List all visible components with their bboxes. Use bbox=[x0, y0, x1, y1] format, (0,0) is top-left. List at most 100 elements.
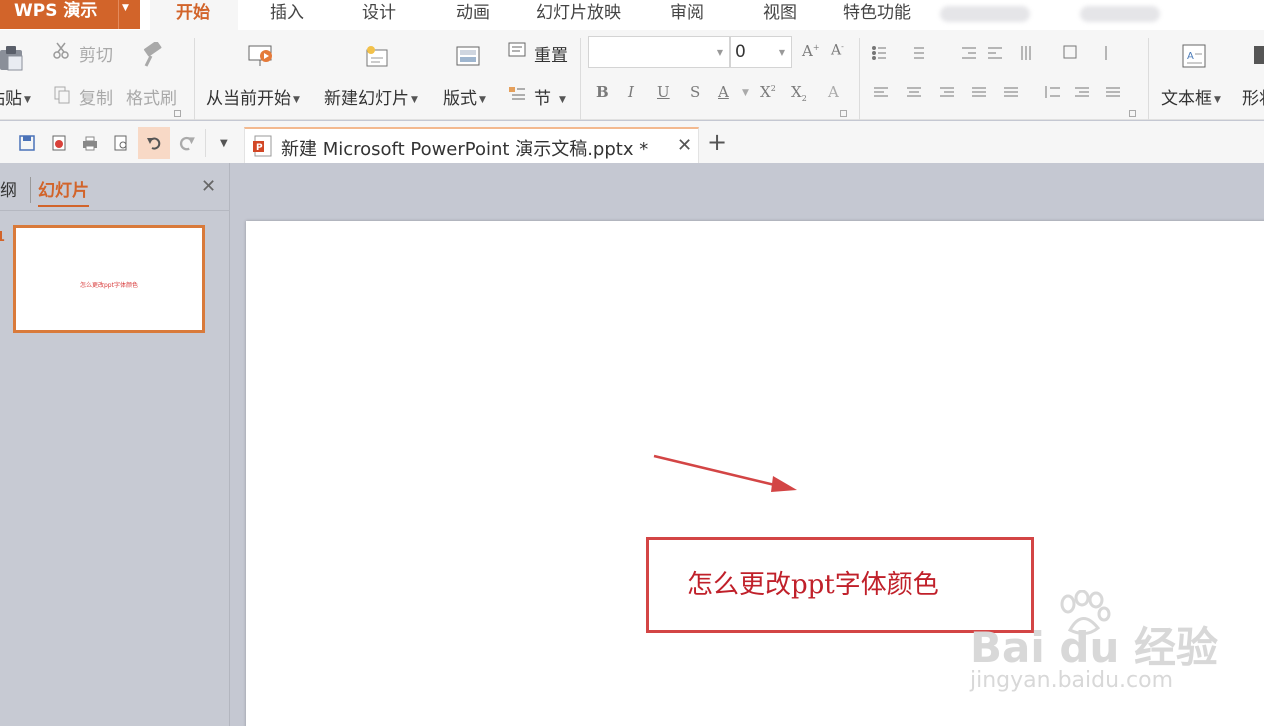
textbox-icon[interactable]: A bbox=[1182, 44, 1206, 68]
customize-toolbar-icon[interactable]: ▼ bbox=[220, 138, 228, 149]
tab-review[interactable]: 审阅 bbox=[670, 0, 704, 30]
new-slide-icon[interactable] bbox=[364, 44, 390, 68]
textbox-dropdown-icon[interactable]: ▼ bbox=[1214, 95, 1221, 105]
tab-start[interactable]: 开始 bbox=[150, 0, 238, 30]
reset-icon[interactable] bbox=[508, 42, 526, 58]
slide-panel: 大纲 幻灯片 ✕ 1 怎么更改ppt字体颜色 bbox=[0, 163, 230, 726]
document-title: 新建 Microsoft PowerPoint 演示文稿.pptx * bbox=[281, 139, 649, 160]
layout-icon[interactable] bbox=[456, 46, 480, 68]
slide-thumbnail[interactable]: 怎么更改ppt字体颜色 bbox=[13, 225, 205, 333]
quick-access-toolbar: ▼ P 新建 Microsoft PowerPoint 演示文稿.pptx * … bbox=[0, 121, 1264, 163]
ribbon-divider bbox=[194, 38, 195, 120]
font-size-combobox[interactable]: 0 ▼ bbox=[730, 36, 792, 68]
format-painter-icon[interactable] bbox=[141, 42, 165, 68]
font-name-combobox[interactable]: ▼ bbox=[588, 36, 730, 68]
textbox-button[interactable]: 文本框 ▼ bbox=[1161, 84, 1221, 109]
baidu-watermark: Bai du 经验 jingyan.baidu.com bbox=[960, 590, 1260, 710]
slide-number: 1 bbox=[0, 230, 5, 245]
chevron-down-icon[interactable]: ▼ bbox=[717, 48, 723, 57]
shape-button[interactable]: 形状 bbox=[1242, 84, 1264, 109]
tab-outline[interactable]: 大纲 bbox=[0, 176, 17, 201]
slide-text[interactable]: 怎么更改ppt字体颜色 bbox=[687, 564, 939, 601]
layout-label: 版式 bbox=[443, 89, 477, 109]
panel-header: 大纲 幻灯片 ✕ bbox=[0, 163, 230, 211]
app-menu-chevron-icon[interactable]: ▼ bbox=[122, 3, 129, 13]
close-panel-icon[interactable]: ✕ bbox=[201, 176, 216, 197]
print-icon[interactable] bbox=[81, 134, 99, 152]
cut-button[interactable]: 剪切 bbox=[79, 41, 113, 66]
blurred-region bbox=[940, 6, 1030, 22]
underline-icon[interactable]: U bbox=[657, 83, 670, 101]
section-label: 节 bbox=[534, 89, 551, 109]
red-arrow-icon bbox=[653, 454, 797, 492]
paste-dropdown-icon[interactable]: ▼ bbox=[24, 95, 31, 105]
paste-button-label[interactable]: 粘贴▼ bbox=[0, 84, 31, 109]
font-color-dropdown-icon[interactable]: ▼ bbox=[742, 88, 749, 98]
section-dropdown-icon[interactable]: ▼ bbox=[559, 95, 566, 105]
play-from-current-icon[interactable] bbox=[247, 44, 275, 68]
superscript-icon[interactable]: X2 bbox=[760, 83, 776, 101]
document-tab[interactable]: P 新建 Microsoft PowerPoint 演示文稿.pptx * ✕ bbox=[244, 127, 699, 163]
section-icon[interactable] bbox=[508, 86, 526, 102]
app-menu-divider bbox=[118, 0, 119, 29]
layout-button[interactable]: 版式 ▼ bbox=[443, 84, 486, 109]
clear-format-icon[interactable]: A bbox=[828, 83, 839, 101]
close-tab-icon[interactable]: ✕ bbox=[677, 135, 692, 156]
tab-view[interactable]: 视图 bbox=[763, 0, 797, 30]
from-current-label: 从当前开始 bbox=[206, 89, 291, 109]
undo-icon bbox=[147, 137, 161, 150]
dialog-launcher-icon[interactable] bbox=[840, 110, 847, 117]
new-slide-button[interactable]: 新建幻灯片 ▼ bbox=[324, 84, 418, 109]
bold-icon[interactable]: B bbox=[596, 83, 609, 101]
tab-slides[interactable]: 幻灯片 bbox=[38, 176, 89, 207]
redo-icon[interactable] bbox=[178, 134, 196, 152]
scissors-icon[interactable] bbox=[52, 42, 70, 60]
grow-font-icon[interactable]: A+ bbox=[802, 42, 820, 60]
slide-number-value: 1 bbox=[0, 230, 6, 245]
app-name: WPS 演示 bbox=[14, 1, 98, 21]
paste-icon[interactable] bbox=[0, 42, 26, 72]
new-tab-icon[interactable]: + bbox=[707, 130, 727, 154]
font-color-icon[interactable]: A bbox=[718, 83, 729, 101]
ribbon-divider bbox=[1148, 38, 1149, 120]
ribbon-divider bbox=[580, 38, 581, 120]
ribbon: 粘贴▼ 剪切 复制 格式刷 从当前开始▼ 新建幻灯片▼ bbox=[0, 30, 1264, 120]
thumbnail-text: 怎么更改ppt字体颜色 bbox=[80, 282, 138, 289]
tab-animation[interactable]: 动画 bbox=[456, 0, 490, 30]
section-button[interactable]: 节 ▼ bbox=[534, 84, 566, 109]
copy-button[interactable]: 复制 bbox=[79, 84, 113, 109]
watermark-main: Bai du 经验 bbox=[970, 623, 1218, 672]
shape-icon[interactable] bbox=[1254, 46, 1264, 64]
layout-dropdown-icon[interactable]: ▼ bbox=[479, 95, 486, 105]
format-painter-button[interactable]: 格式刷 bbox=[126, 84, 177, 109]
reset-button[interactable]: 重置 bbox=[534, 41, 568, 66]
subscript-icon[interactable]: X2 bbox=[791, 83, 807, 103]
new-slide-dropdown-icon[interactable]: ▼ bbox=[411, 95, 418, 105]
copy-icon[interactable] bbox=[54, 86, 70, 104]
dialog-launcher-icon[interactable] bbox=[1129, 110, 1136, 117]
paste-label: 粘贴 bbox=[0, 89, 22, 109]
undo-button[interactable] bbox=[138, 127, 170, 159]
text-shadow-icon[interactable]: S bbox=[690, 83, 700, 101]
toolbar-divider bbox=[205, 129, 206, 157]
tab-slideshow[interactable]: 幻灯片放映 bbox=[536, 0, 621, 30]
tab-design[interactable]: 设计 bbox=[362, 0, 396, 30]
from-current-button[interactable]: 从当前开始 ▼ bbox=[206, 84, 300, 109]
print-preview-icon[interactable] bbox=[112, 134, 130, 152]
svg-text:P: P bbox=[256, 143, 263, 153]
save-icon[interactable] bbox=[18, 134, 36, 152]
from-current-dropdown-icon[interactable]: ▼ bbox=[293, 95, 300, 105]
dialog-launcher-icon[interactable] bbox=[174, 110, 181, 117]
svg-text:A: A bbox=[1187, 51, 1194, 62]
watermark-sub: jingyan.baidu.com bbox=[970, 668, 1174, 693]
shrink-font-icon[interactable]: A- bbox=[831, 42, 844, 59]
new-slide-label: 新建幻灯片 bbox=[324, 89, 409, 109]
tab-special-features[interactable]: 特色功能 bbox=[843, 0, 911, 30]
app-menu-button[interactable]: WPS 演示 ▼ bbox=[0, 0, 140, 29]
tab-insert[interactable]: 插入 bbox=[270, 0, 304, 30]
export-pdf-icon[interactable] bbox=[50, 134, 68, 152]
italic-icon[interactable]: I bbox=[628, 83, 634, 101]
tab-outline-label: 大纲 bbox=[0, 181, 17, 201]
chevron-down-icon[interactable]: ▼ bbox=[779, 48, 785, 57]
menu-bar: WPS 演示 ▼ 开始 插入 设计 动画 幻灯片放映 审阅 视图 特色功能 bbox=[0, 0, 1264, 30]
